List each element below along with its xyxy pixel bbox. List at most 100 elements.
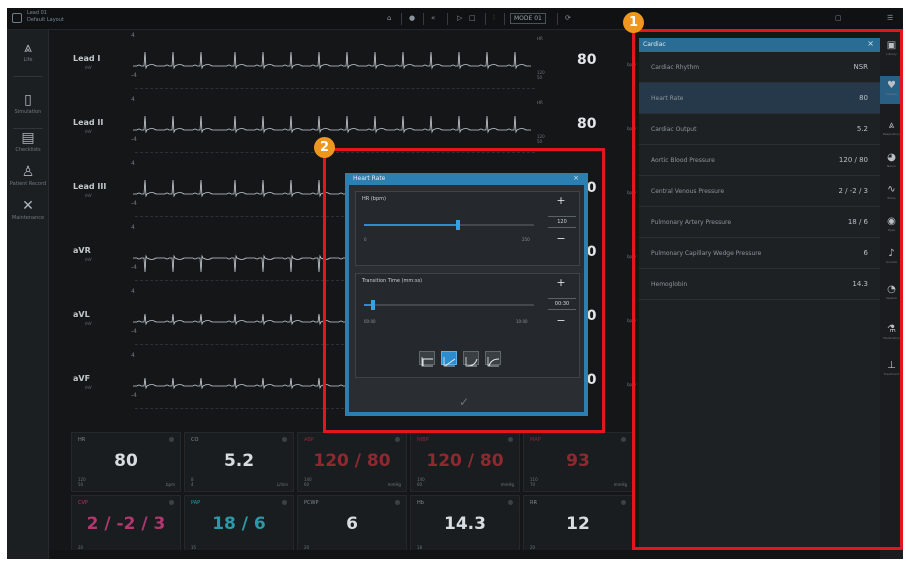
vital-tile-label: HR [78,437,86,443]
nav-item-life[interactable]: ⩓ Life [7,40,49,63]
vital-tile-value: 93 [566,451,590,471]
vital-tile-label: RR [530,500,537,506]
vital-tile-limits: 110 70 [530,477,538,487]
record-icon[interactable]: ● [409,14,415,22]
lead-name: Lead I [73,54,101,63]
alarm-dot-icon [169,437,174,442]
vital-tile-limits: 140 60 [417,477,425,487]
vital-tile-nibp[interactable]: NIBP 120 / 80 mmHg 140 60 [410,432,520,492]
lead-name: Lead III [73,182,107,191]
vital-tile-label: CO [191,437,199,443]
vital-tile-abp[interactable]: ABP 120 / 80 mmHg 140 60 [297,432,407,492]
vital-tile-label: ABP [304,437,314,443]
nav-item-simulation[interactable]: ▯ Simulation [7,92,49,115]
lead-name: aVL [73,310,90,319]
vital-tile-limits: 140 60 [304,477,312,487]
document-icon: ▤ [21,130,35,146]
alarm-dot-icon [621,500,626,505]
nav-item-label: Checklists [15,147,41,153]
lead-name: aVF [73,374,91,383]
annotation-badge-1: 1 [623,12,644,33]
lead-row-lead-i: Lead ImV 4 -4 80 HR 120 50 bpm [49,32,639,94]
vital-tile-label: CVP [78,500,88,506]
vital-tile-unit: mmHg [613,482,627,487]
left-nav: ⩓ Life ▯ Simulation ▤ Checklists ♙ Patient Reco… [7,30,49,559]
vital-tile-value: 5.2 [223,451,255,471]
lead-unit: mV [85,129,92,134]
nav-item-label: Maintenance [11,215,45,221]
alarm-dot-icon [282,437,287,442]
home-icon[interactable]: ⌂ [387,14,391,22]
nav-divider [13,128,43,129]
vital-tile-label: PAP [191,500,201,506]
marker-icon[interactable]: ⫶ [493,14,495,23]
alarm-dot-icon [282,500,287,505]
app-title: Lead 01 Default Layout [27,10,64,24]
lead-hr-limits: 120 50 [537,134,545,144]
nav-item-patient-record[interactable]: ♙ Patient Record [7,164,49,187]
ecg-trace-path [133,51,531,70]
lead-hr-limits: 120 50 [537,70,545,80]
vital-tile-unit: L/min [276,482,288,487]
vital-tile-label: Hb [417,500,424,506]
lead-name: aVR [73,246,91,255]
nav-item-label: Patient Record [9,181,47,187]
vital-tile-value: 80 [114,451,138,471]
alarm-dot-icon [508,437,513,442]
lead-hr-label: HR [537,100,543,105]
vital-tile-value: 14.3 [444,514,486,534]
tools-icon: ✕ [22,198,34,214]
vital-tile-cvp[interactable]: CVP 2 / -2 / 3 20 [71,495,181,555]
lead-unit: mV [85,65,92,70]
refresh-icon[interactable]: ⟳ [565,14,571,22]
alarm-dot-icon [508,500,513,505]
vital-tile-value: 18 / 6 [212,514,266,534]
vital-tile-pap[interactable]: PAP 18 / 6 35 [184,495,294,555]
ecg-trace [133,51,531,70]
vital-tile-unit: bpm [166,482,175,487]
alarm-dot-icon [395,500,400,505]
alarm-dot-icon [169,500,174,505]
patient-icon: ♙ [21,164,35,180]
stop-icon[interactable]: □ [469,14,476,22]
vital-tile-pcwp[interactable]: PCWP 6 20 [297,495,407,555]
top-bar: Lead 01 Default Layout ⌂ ● « ▷ □ ⫶ MODE … [7,8,903,30]
mode-box[interactable]: MODE 01 [510,13,546,24]
vital-tile-unit: mmHg [387,482,401,487]
vital-tile-value: 120 / 80 [426,451,504,471]
vital-tile-label: NIBP [417,437,429,443]
lead-hr-value: 80 [577,116,597,132]
vital-tile-co[interactable]: CO 5.2 L/min 8 4 [184,432,294,492]
nav-item-maintenance[interactable]: ✕ Maintenance [7,198,49,221]
nav-item-label: Simulation [14,109,42,115]
ecg-trace [133,115,531,134]
lead-unit: mV [85,257,92,262]
vital-tile-value: 2 / -2 / 3 [86,514,166,534]
nav-item-checklists[interactable]: ▤ Checklists [7,130,49,153]
alarm-dot-icon [621,437,626,442]
vital-tile-limits: 120 50 [78,477,86,487]
vital-tile-rr[interactable]: RR 12 20 [523,495,633,555]
lead-hr-label: HR [537,36,543,41]
vital-tile-value: 120 / 80 [313,451,391,471]
lead-unit: mV [85,321,92,326]
lungs-icon: ⩓ [24,40,32,56]
annotation-box-2 [323,148,605,433]
vital-tile-map[interactable]: MAP 93 mmHg 110 70 [523,432,633,492]
vital-tile-value: 6 [346,514,358,534]
menu-icon[interactable]: ☰ [887,14,893,22]
vitals-tiles: HR 80 bpm 120 50 CO 5.2 L/min 8 4 ABP 120 / 80 mmH… [71,432,637,556]
vital-tile-value: 12 [566,514,590,534]
bottom-strip [49,550,880,559]
vital-tile-hr[interactable]: HR 80 bpm 120 50 [71,432,181,492]
lead-unit: mV [85,193,92,198]
lead-baseline [135,88,535,89]
export-icon[interactable]: ▢ [835,14,842,22]
vital-tile-limits: 8 4 [191,477,194,487]
vital-tile-hb[interactable]: Hb 14.3 18 [410,495,520,555]
rewind-icon[interactable]: « [431,14,435,22]
vital-tile-label: MAP [530,437,541,443]
vital-tile-unit: mmHg [500,482,514,487]
play-icon[interactable]: ▷ [457,14,462,22]
alarm-dot-icon [395,437,400,442]
